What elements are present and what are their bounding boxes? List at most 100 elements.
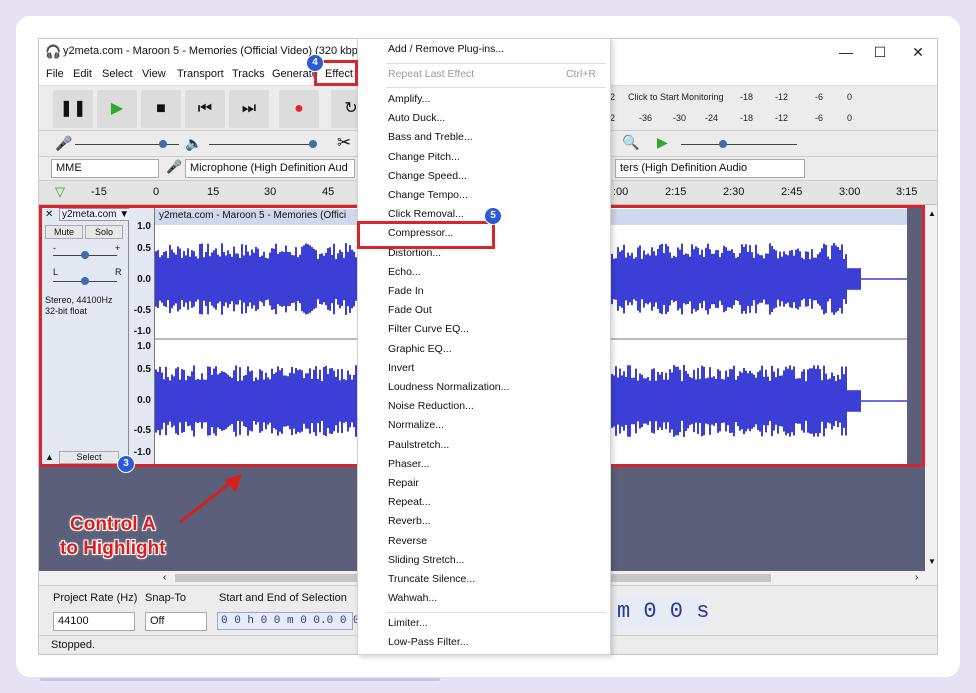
menu-item-sliding-stretch[interactable]: Sliding Stretch... [388,554,464,566]
meter-tick: -24 [705,113,719,123]
recording-device-select[interactable]: Microphone (High Definition Aud [185,159,355,178]
zoom-icon[interactable]: 🔍 [622,134,639,151]
meter-tick: -6 [815,113,824,123]
menu-item-limiter[interactable]: Limiter... [388,617,428,629]
menu-item-graphic-eq[interactable]: Graphic EQ... [388,343,452,355]
meter-tick: -36 [639,113,653,123]
window-title: y2meta.com - Maroon 5 - Memories (Offici… [63,45,368,57]
scroll-left-icon[interactable]: ‹ [163,572,166,583]
playback-volume-knob[interactable] [309,140,317,148]
project-rate-select[interactable]: 44100 [53,612,135,631]
menu-item-truncate-silence[interactable]: Truncate Silence... [388,573,475,585]
skip-end-button[interactable]: ⏭ [229,90,269,128]
menu-item-add-remove-plugins[interactable]: Add / Remove Plug-ins... [388,43,504,55]
menu-item-reverse[interactable]: Reverse [388,535,427,547]
decor-bar [40,678,440,681]
menu-separator [386,87,606,88]
annotation-arrow [179,474,242,524]
close-button[interactable]: ✕ [901,41,935,63]
playback-device-select[interactable]: ters (High Definition Audio [615,159,805,178]
play-speed-knob[interactable] [719,140,727,148]
vertical-scrollbar[interactable]: ▲ ▼ [925,205,937,571]
pause-button[interactable]: ❚❚ [53,90,93,128]
menu-file[interactable]: File [46,68,64,80]
status-text: Stopped. [51,639,96,651]
headphones-icon: 🎧 [45,44,62,59]
menu-tracks[interactable]: Tracks [232,68,265,80]
selection-start-time[interactable]: 0 0 h 0 0 m 0 0.0 0 0 s [217,612,373,630]
menu-item-invert[interactable]: Invert [388,362,414,374]
timeline-tick: 30 [264,186,277,198]
timeline-tick: :00 [613,186,629,198]
menu-item-amplify[interactable]: Amplify... [388,93,430,105]
compressor-highlight [357,221,495,249]
record-volume-knob[interactable] [159,140,167,148]
maximize-button[interactable]: ☐ [863,41,897,63]
timeline-tick: 45 [322,186,335,198]
menu-item-change-pitch[interactable]: Change Pitch... [388,151,460,163]
menu-item-normalize[interactable]: Normalize... [388,419,444,431]
annotation-to-highlight: to Highlight [60,538,166,559]
meter-tick: 0 [847,113,853,123]
snap-to-select[interactable]: Off [145,612,207,631]
menu-item-fade-out[interactable]: Fade Out [388,304,432,316]
menu-item-repeat[interactable]: Repeat... [388,496,431,508]
menu-separator [386,612,606,613]
menu-item-loudness-normalization[interactable]: Loudness Normalization... [388,381,509,393]
meter-tick: -18 [740,92,754,102]
timeline-tick: 0 [153,186,160,198]
menu-item-phaser[interactable]: Phaser... [388,458,429,470]
menu-edit[interactable]: Edit [73,68,92,80]
menu-item-bass-and-treble[interactable]: Bass and Treble... [388,131,473,143]
step-badge-3: 3 [117,455,135,473]
meter-tick: 0 [847,92,853,102]
scissors-icon[interactable]: ✂ [337,133,351,153]
repeat-shortcut: Ctrl+R [565,68,596,80]
audio-position-display: m 0 0 s [613,596,709,628]
snap-to-label: Snap-To [145,592,186,604]
play-speed-slider[interactable] [681,144,797,145]
menu-item-wahwah[interactable]: Wahwah... [388,592,437,604]
menu-item-repair[interactable]: Repair [388,477,419,489]
step-badge-4: 4 [306,54,324,72]
meter-tick: -12 [775,92,789,102]
microphone-icon: 🎤 [166,159,183,174]
meter-tick: -6 [815,92,824,102]
menu-select[interactable]: Select [102,68,133,80]
menu-item-noise-reduction[interactable]: Noise Reduction... [388,400,474,412]
menu-item-change-tempo[interactable]: Change Tempo... [388,189,468,201]
menu-item-paulstretch[interactable]: Paulstretch... [388,439,449,451]
menu-item-low-pass-filter[interactable]: Low-Pass Filter... [388,636,469,648]
play-at-speed-icon[interactable]: ▶ [657,134,668,151]
menu-transport[interactable]: Transport [177,68,224,80]
menu-item-filter-curve-eq[interactable]: Filter Curve EQ... [388,323,469,335]
project-rate-label: Project Rate (Hz) [53,592,138,604]
audio-host-select[interactable]: MME [51,159,159,178]
menu-item-fade-in[interactable]: Fade In [388,285,424,297]
menu-item-change-speed[interactable]: Change Speed... [388,170,467,182]
meter-tick: -18 [740,113,754,123]
effect-menu: Add / Remove Plug-ins... Repeat Last Eff… [357,38,611,655]
minimize-button[interactable]: — [829,41,863,63]
skip-start-button[interactable]: ⏮ [185,90,225,128]
menu-view[interactable]: View [142,68,166,80]
meter-tick: -12 [775,113,789,123]
scroll-down-icon[interactable]: ▼ [928,557,936,566]
play-button[interactable]: ▶ [97,90,137,128]
scroll-up-icon[interactable]: ▲ [928,209,936,218]
microphone-icon: 🎤 [55,135,73,151]
menu-item-click-removal[interactable]: Click Removal... [388,208,464,220]
speaker-icon: 🔈 [185,135,203,151]
stop-button[interactable]: ■ [141,90,181,128]
menu-item-echo[interactable]: Echo... [388,266,421,278]
timeline-options-icon[interactable]: ▽ [55,184,65,200]
menu-item-auto-duck[interactable]: Auto Duck... [388,112,445,124]
timeline-tick: 3:15 [896,186,918,198]
monitor-label[interactable]: Click to Start Monitoring [628,92,724,102]
menu-item-repeat-last-effect: Repeat Last Effect [388,68,475,80]
playback-volume-slider[interactable] [209,144,315,145]
menu-item-reverb[interactable]: Reverb... [388,515,431,527]
scroll-right-icon[interactable]: › [915,572,918,583]
timeline-tick: -15 [91,186,107,198]
record-button[interactable]: ● [279,90,319,128]
